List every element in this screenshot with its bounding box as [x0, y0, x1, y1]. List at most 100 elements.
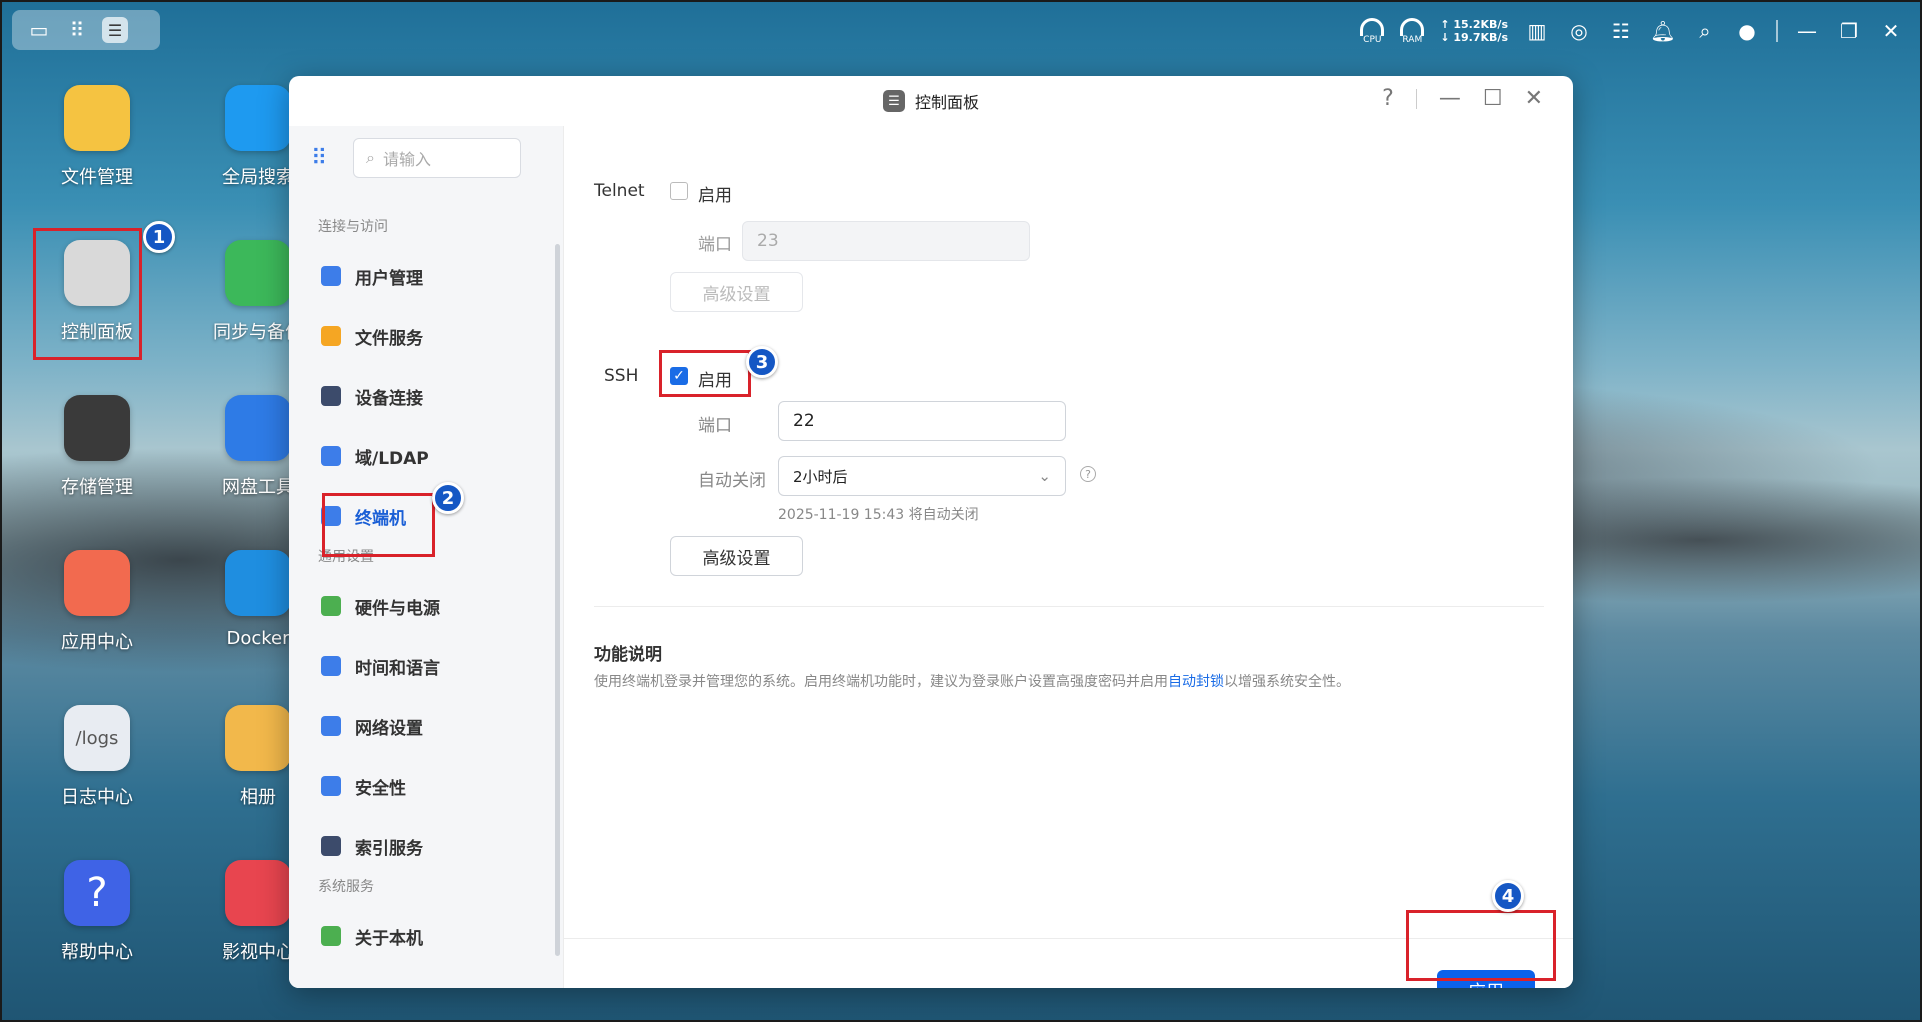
user-icon — [321, 266, 341, 286]
sidebar-list: 连接与访问 用户管理 文件服务 设备连接 域/LDAP 终端机 通用设置 硬件与电源 时间和语言… — [289, 216, 563, 966]
sidebar-item-label: 域/LDAP — [355, 448, 429, 469]
description-text: 使用终端机登录并管理您的系统。启用终端机功能时，建议为登录账户设置高强度密码并启… — [594, 671, 1350, 691]
highlight-box-2 — [322, 493, 435, 557]
minimize-icon[interactable]: — — [1794, 19, 1820, 43]
sidebar-item-index[interactable]: 索引服务 — [289, 816, 563, 876]
sidebar-item-user[interactable]: 用户管理 — [289, 246, 563, 306]
highlight-box-3 — [659, 350, 751, 397]
sidebar-item-label: 设备连接 — [355, 388, 423, 409]
telnet-port-input: 23 — [742, 221, 1030, 261]
auto-close-label: 自动关闭 — [698, 471, 766, 491]
help-tooltip-icon[interactable]: ? — [1080, 466, 1096, 482]
window-controls: ? — ☐ ✕ — [1382, 86, 1543, 111]
sidebar-item-label: 用户管理 — [355, 268, 423, 289]
sidebar-item-info[interactable]: 关于本机 — [289, 906, 563, 966]
globe-icon — [321, 656, 341, 676]
logs-icon: /logs — [64, 705, 130, 771]
telnet-port-label: 端口 — [698, 235, 732, 255]
globe-icon[interactable]: ◎ — [1566, 19, 1592, 43]
task-manager-icon[interactable]: ☷ — [1608, 19, 1634, 43]
desktop-icon-label: 帮助中心 — [61, 942, 133, 963]
ram-gauge-icon — [1400, 17, 1425, 36]
ram-gauge[interactable]: RAM — [1400, 17, 1425, 45]
cpu-gauge-icon — [1360, 17, 1385, 36]
sidebar-item-label: 时间和语言 — [355, 658, 440, 679]
bell-icon[interactable]: 🔔︎ — [1650, 19, 1676, 43]
telnet-label: Telnet — [594, 181, 645, 201]
close-icon[interactable]: ✕ — [1878, 19, 1904, 43]
telnet-port-value: 23 — [757, 231, 779, 251]
sidebar-item-folder[interactable]: 文件服务 — [289, 306, 563, 366]
cpu-label: CPU — [1363, 34, 1382, 45]
photo-icon — [225, 705, 291, 771]
sync-icon — [225, 240, 291, 306]
search-input[interactable]: ⌕ 请输入 — [353, 138, 521, 178]
auto-block-link[interactable]: 自动封锁 — [1168, 674, 1224, 690]
cpu-gauge[interactable]: CPU — [1360, 17, 1385, 45]
docker-icon — [225, 550, 291, 616]
sidebar-section-title: 系统服务 — [318, 879, 374, 895]
ram-label: RAM — [1402, 34, 1423, 45]
ssh-advanced-button[interactable]: 高级设置 — [670, 536, 803, 576]
folder-icon — [64, 85, 130, 151]
chevron-down-icon: ⌄ — [1038, 467, 1051, 485]
control-panel-title-icon: ☰ — [882, 90, 905, 112]
widgets-icon[interactable]: ▥ — [1524, 19, 1550, 43]
sidebar-item-device[interactable]: 设备连接 — [289, 366, 563, 426]
ssh-label: SSH — [604, 366, 639, 386]
taskbar-left: ▭ ⠿ ☰ — [12, 10, 160, 50]
divider — [594, 606, 1544, 607]
network-icon — [321, 716, 341, 736]
search-icon[interactable]: ⌕ — [1692, 19, 1718, 43]
description-text-after: 以增强系统安全性。 — [1224, 674, 1350, 690]
search-icon — [225, 85, 291, 151]
minimize-button[interactable]: — — [1439, 86, 1461, 111]
sidebar-item-battery[interactable]: 硬件与电源 — [289, 576, 563, 636]
telnet-enable-checkbox[interactable] — [670, 182, 688, 200]
step-badge-4: 4 — [1492, 880, 1524, 912]
desktop-icon-logs[interactable]: /logs 日志中心 — [27, 705, 167, 809]
battery-icon — [321, 596, 341, 616]
auto-close-select[interactable]: 2小时后 ⌄ — [778, 456, 1066, 496]
desktop-icon-help[interactable]: ? 帮助中心 — [27, 860, 167, 964]
desktop-icon-folder[interactable]: 文件管理 — [27, 85, 167, 189]
sidebar-item-globe[interactable]: 时间和语言 — [289, 636, 563, 696]
user-icon[interactable]: ● — [1734, 19, 1760, 43]
description-text-before: 使用终端机登录并管理您的系统。启用终端机功能时，建议为登录账户设置高强度密码并启… — [594, 674, 1168, 690]
grid-icon[interactable]: ⠿ — [311, 146, 339, 171]
help-button[interactable]: ? — [1382, 86, 1394, 111]
sidebar-item-network[interactable]: 网络设置 — [289, 696, 563, 756]
sidebar-item-label: 硬件与电源 — [355, 598, 440, 619]
maximize-button[interactable]: ☐ — [1483, 86, 1503, 111]
control-panel-task-icon[interactable]: ☰ — [102, 17, 128, 43]
desktop-icon-storage[interactable]: 存储管理 — [27, 395, 167, 499]
ssh-port-label: 端口 — [698, 416, 732, 436]
desktop-icon[interactable]: ▭ — [26, 17, 52, 43]
sidebar-item-ldap[interactable]: 域/LDAP — [289, 426, 563, 486]
desktop-icon-label: 应用中心 — [61, 632, 133, 653]
ssh-port-input[interactable]: 22 — [778, 401, 1066, 441]
telnet-enable-label[interactable]: 启用 — [698, 181, 732, 206]
restore-icon[interactable]: ❐ — [1836, 19, 1862, 43]
desktop-icon-label: 日志中心 — [61, 787, 133, 808]
app-grid-icon[interactable]: ⠿ — [64, 17, 90, 43]
separator — [1776, 20, 1778, 42]
cloud-drive-icon — [225, 395, 291, 461]
download-speed: 19.7KB/s — [1453, 31, 1508, 44]
telnet-advanced-button: 高级设置 — [670, 272, 803, 312]
separator — [1415, 88, 1417, 109]
close-button[interactable]: ✕ — [1525, 86, 1543, 111]
auto-close-hint: 2025-11-19 15:43 将自动关闭 — [778, 507, 979, 523]
device-icon — [321, 386, 341, 406]
network-speed[interactable]: ↑ 15.2KB/s ↓ 19.7KB/s — [1440, 18, 1508, 44]
window-titlebar[interactable]: ☰ 控制面板 — [289, 76, 1573, 126]
sidebar-item-shield[interactable]: 安全性 — [289, 756, 563, 816]
sidebar-scrollbar[interactable] — [555, 244, 560, 956]
desktop-icon-label: 存储管理 — [61, 477, 133, 498]
ldap-icon — [321, 446, 341, 466]
app-center-icon — [64, 550, 130, 616]
terminal-settings: Telnet 启用 端口 23 高级设置 SSH ✓ 启用 端口 22 自动关闭… — [563, 126, 1573, 988]
control-panel-window: ☰ 控制面板 ? — ☐ ✕ ⠿ ⌕ 请输入 连接与访问 用户管理 文件服务 设备连接… — [289, 76, 1573, 988]
shield-icon — [321, 776, 341, 796]
desktop-icon-app-center[interactable]: 应用中心 — [27, 550, 167, 654]
